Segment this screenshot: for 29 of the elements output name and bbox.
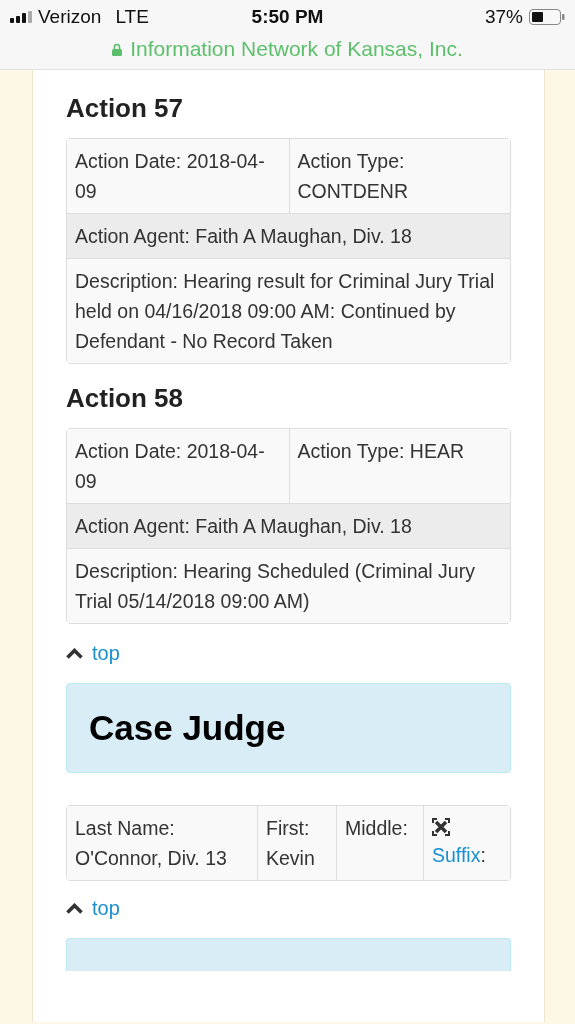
clock-time: 5:50 PM: [251, 6, 324, 28]
action-heading: Action 58: [66, 382, 185, 414]
carrier-name: Verizon: [38, 6, 102, 28]
action-heading: Action 57: [66, 92, 185, 124]
top-link[interactable]: top: [92, 897, 120, 920]
battery-percent: 37%: [484, 6, 523, 28]
signal-icon: [10, 11, 32, 23]
table-cell: Action Agent: Faith A Maughan, Div. 18: [67, 213, 510, 258]
table-cell: Description: Hearing Scheduled (Criminal Jury Trial 05/14/2018 09:00 AM): [67, 548, 510, 623]
network-type: LTE: [115, 6, 149, 28]
lock-icon: [112, 42, 123, 56]
table-cell: First: Kevin: [257, 806, 336, 880]
suffix-colon: :: [480, 844, 486, 866]
table-cell: Description: Hearing result for Criminal Jury Trial held on 04/16/2018 09:00 AM: Continued by Defendant - No Record Taken: [67, 258, 510, 363]
table-cell: Action Date: 2018-04-09: [67, 139, 289, 213]
suffix-link[interactable]: Suffix: [432, 844, 481, 866]
table-cell: Last Name: O'Connor, Div. 13: [67, 806, 257, 880]
chevron-up-icon: [66, 648, 83, 659]
chevron-up-icon: [66, 903, 83, 914]
table-cell: Action Date: 2018-04-09: [67, 429, 289, 503]
table-cell: Action Type: CONTDENR: [288, 139, 510, 213]
site-title[interactable]: Information Network of Kansas, Inc.: [130, 37, 463, 61]
table-cell: Action Type: HEAR: [288, 429, 510, 503]
battery-icon: [529, 9, 565, 25]
panel-title: Case Judge: [89, 707, 287, 749]
table-cell: Middle:: [336, 806, 423, 880]
table-cell: Action Agent: Faith A Maughan, Div. 18: [67, 503, 510, 548]
top-link[interactable]: top: [92, 642, 120, 665]
broken-image-icon: [432, 818, 450, 836]
